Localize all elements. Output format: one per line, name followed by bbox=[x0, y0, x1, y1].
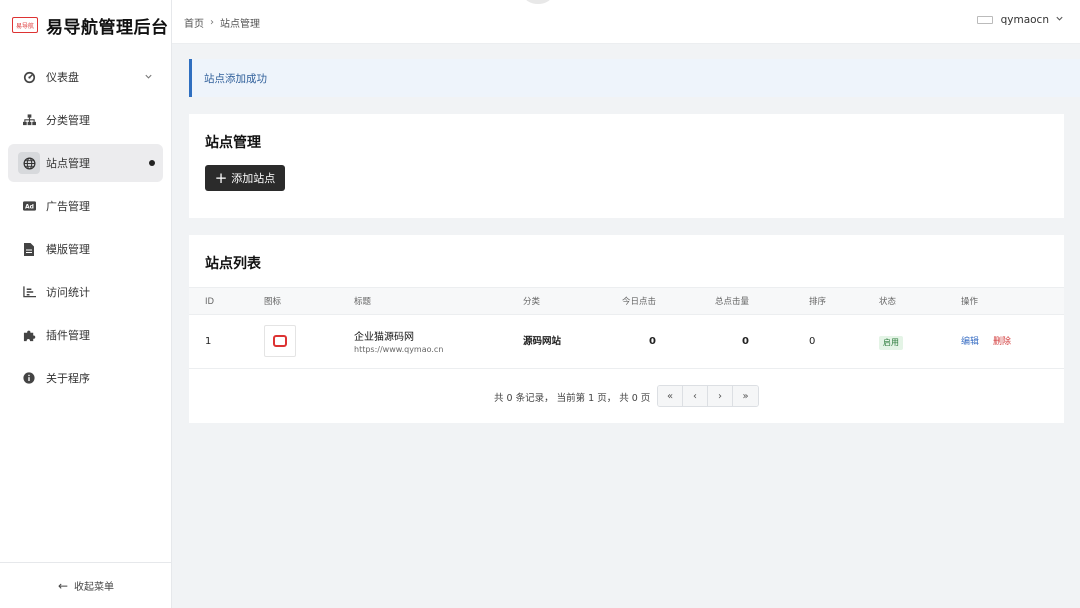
svg-text:Ad: Ad bbox=[25, 203, 34, 210]
site-title: 企业猫源码网 bbox=[354, 332, 414, 343]
prev-page-button[interactable]: ‹ bbox=[683, 386, 708, 406]
success-alert: 站点添加成功 bbox=[189, 59, 1080, 97]
active-dot-icon bbox=[149, 160, 155, 166]
next-page-button[interactable]: › bbox=[708, 386, 733, 406]
sidebar-item-dashboard[interactable]: 仪表盘 bbox=[8, 58, 163, 96]
sitemap-icon bbox=[20, 111, 38, 129]
column-header: 总点击量 bbox=[715, 297, 750, 307]
sidebar-item-categories[interactable]: 分类管理 bbox=[8, 101, 163, 139]
sidebar-item-about[interactable]: 关于程序 bbox=[8, 359, 163, 397]
edit-link[interactable]: 编辑 bbox=[961, 315, 979, 369]
table-header: ID 图标 标题 分类 今日点击 总点击量 排序 状态 操作 bbox=[189, 287, 1064, 315]
topbar: 首页 › 站点管理 qymaocn bbox=[172, 0, 1080, 44]
sidebar-item-label: 仪表盘 bbox=[46, 71, 79, 84]
sidebar-item-label: 访问统计 bbox=[46, 286, 90, 299]
site-list-card: 站点列表 ID 图标 标题 分类 今日点击 总点击量 排序 状态 操作 1 企业… bbox=[189, 235, 1064, 423]
puzzle-icon bbox=[20, 326, 38, 344]
delete-link[interactable]: 删除 bbox=[993, 315, 1011, 369]
column-header: 今日点击 bbox=[622, 297, 657, 307]
sidebar-item-label: 插件管理 bbox=[46, 329, 90, 342]
avatar bbox=[976, 16, 993, 24]
sidebar-menu: 仪表盘 分类管理 站点管理 Ad 广告管理 模版管理 访问统计 插件管理 关于程… bbox=[8, 58, 163, 402]
site-manage-card: 站点管理 + 添加站点 bbox=[189, 114, 1064, 218]
chevron-down-icon bbox=[144, 71, 153, 84]
collapse-menu-button[interactable]: ← 收起菜单 bbox=[0, 562, 172, 608]
row-category: 源码网站 bbox=[523, 336, 562, 347]
ad-icon: Ad bbox=[20, 197, 38, 215]
plus-icon: + bbox=[214, 168, 228, 187]
sidebar-item-label: 站点管理 bbox=[46, 157, 90, 170]
site-logo-icon bbox=[264, 325, 296, 357]
brand: 易导航 易导航管理后台 bbox=[0, 0, 171, 50]
sidebar-item-ads[interactable]: Ad 广告管理 bbox=[8, 187, 163, 225]
column-header: 操作 bbox=[961, 297, 979, 307]
collapse-menu-label: 收起菜单 bbox=[74, 582, 115, 593]
app-title: 易导航管理后台 bbox=[46, 17, 169, 38]
column-header: 图标 bbox=[264, 297, 282, 307]
row-today-clicks: 0 bbox=[649, 336, 656, 347]
breadcrumb: 首页 › 站点管理 bbox=[184, 15, 260, 30]
user-menu[interactable]: qymaocn bbox=[976, 14, 1064, 26]
sidebar-item-plugins[interactable]: 插件管理 bbox=[8, 316, 163, 354]
add-site-button[interactable]: + 添加站点 bbox=[205, 165, 285, 191]
last-page-button[interactable]: » bbox=[733, 386, 758, 406]
dashboard-icon bbox=[20, 68, 38, 86]
site-url: https://www.qymao.cn bbox=[354, 345, 444, 354]
username: qymaocn bbox=[1000, 14, 1049, 26]
stats-icon bbox=[20, 283, 38, 301]
info-icon bbox=[20, 369, 38, 387]
card-title: 站点管理 bbox=[205, 135, 261, 151]
file-icon bbox=[20, 240, 38, 258]
row-id: 1 bbox=[205, 336, 212, 347]
sidebar-item-label: 关于程序 bbox=[46, 372, 90, 385]
brand-logo: 易导航 bbox=[12, 17, 38, 33]
column-header: 排序 bbox=[809, 297, 827, 307]
row-total-clicks: 0 bbox=[742, 336, 749, 347]
sidebar: 易导航 易导航管理后台 仪表盘 分类管理 站点管理 Ad 广告管理 模版管理 访… bbox=[0, 0, 172, 608]
chevron-right-icon: › bbox=[210, 17, 214, 28]
status-badge: 启用 bbox=[879, 336, 903, 350]
pagination-summary: 共 0 条记录， 当前第 1 页， 共 0 页 bbox=[494, 393, 651, 404]
first-page-button[interactable]: « bbox=[658, 386, 683, 406]
alert-message: 站点添加成功 bbox=[204, 72, 267, 85]
sidebar-item-templates[interactable]: 模版管理 bbox=[8, 230, 163, 268]
decorative-circle bbox=[524, 0, 552, 4]
row-title: 企业猫源码网 https://www.qymao.cn bbox=[354, 328, 443, 354]
sidebar-item-label: 广告管理 bbox=[46, 200, 90, 213]
add-site-label: 添加站点 bbox=[231, 172, 276, 185]
column-header: 标题 bbox=[354, 297, 372, 307]
row-sort: 0 bbox=[809, 336, 816, 347]
column-header[interactable]: ID bbox=[205, 288, 214, 316]
table-row: 1 企业猫源码网 https://www.qymao.cn 源码网站 0 0 0… bbox=[189, 315, 1064, 369]
breadcrumb-current: 站点管理 bbox=[220, 19, 260, 30]
sidebar-item-stats[interactable]: 访问统计 bbox=[8, 273, 163, 311]
globe-icon bbox=[18, 152, 40, 174]
pagination: « ‹ › » bbox=[657, 385, 759, 407]
chevron-down-icon bbox=[1055, 14, 1064, 26]
column-header: 状态 bbox=[879, 297, 897, 307]
arrow-left-icon: ← bbox=[57, 578, 69, 593]
sidebar-item-sites[interactable]: 站点管理 bbox=[8, 144, 163, 182]
sidebar-item-label: 分类管理 bbox=[46, 114, 90, 127]
card-title: 站点列表 bbox=[205, 256, 261, 272]
breadcrumb-home[interactable]: 首页 bbox=[184, 15, 204, 30]
column-header: 分类 bbox=[523, 297, 541, 307]
sidebar-item-label: 模版管理 bbox=[46, 243, 90, 256]
